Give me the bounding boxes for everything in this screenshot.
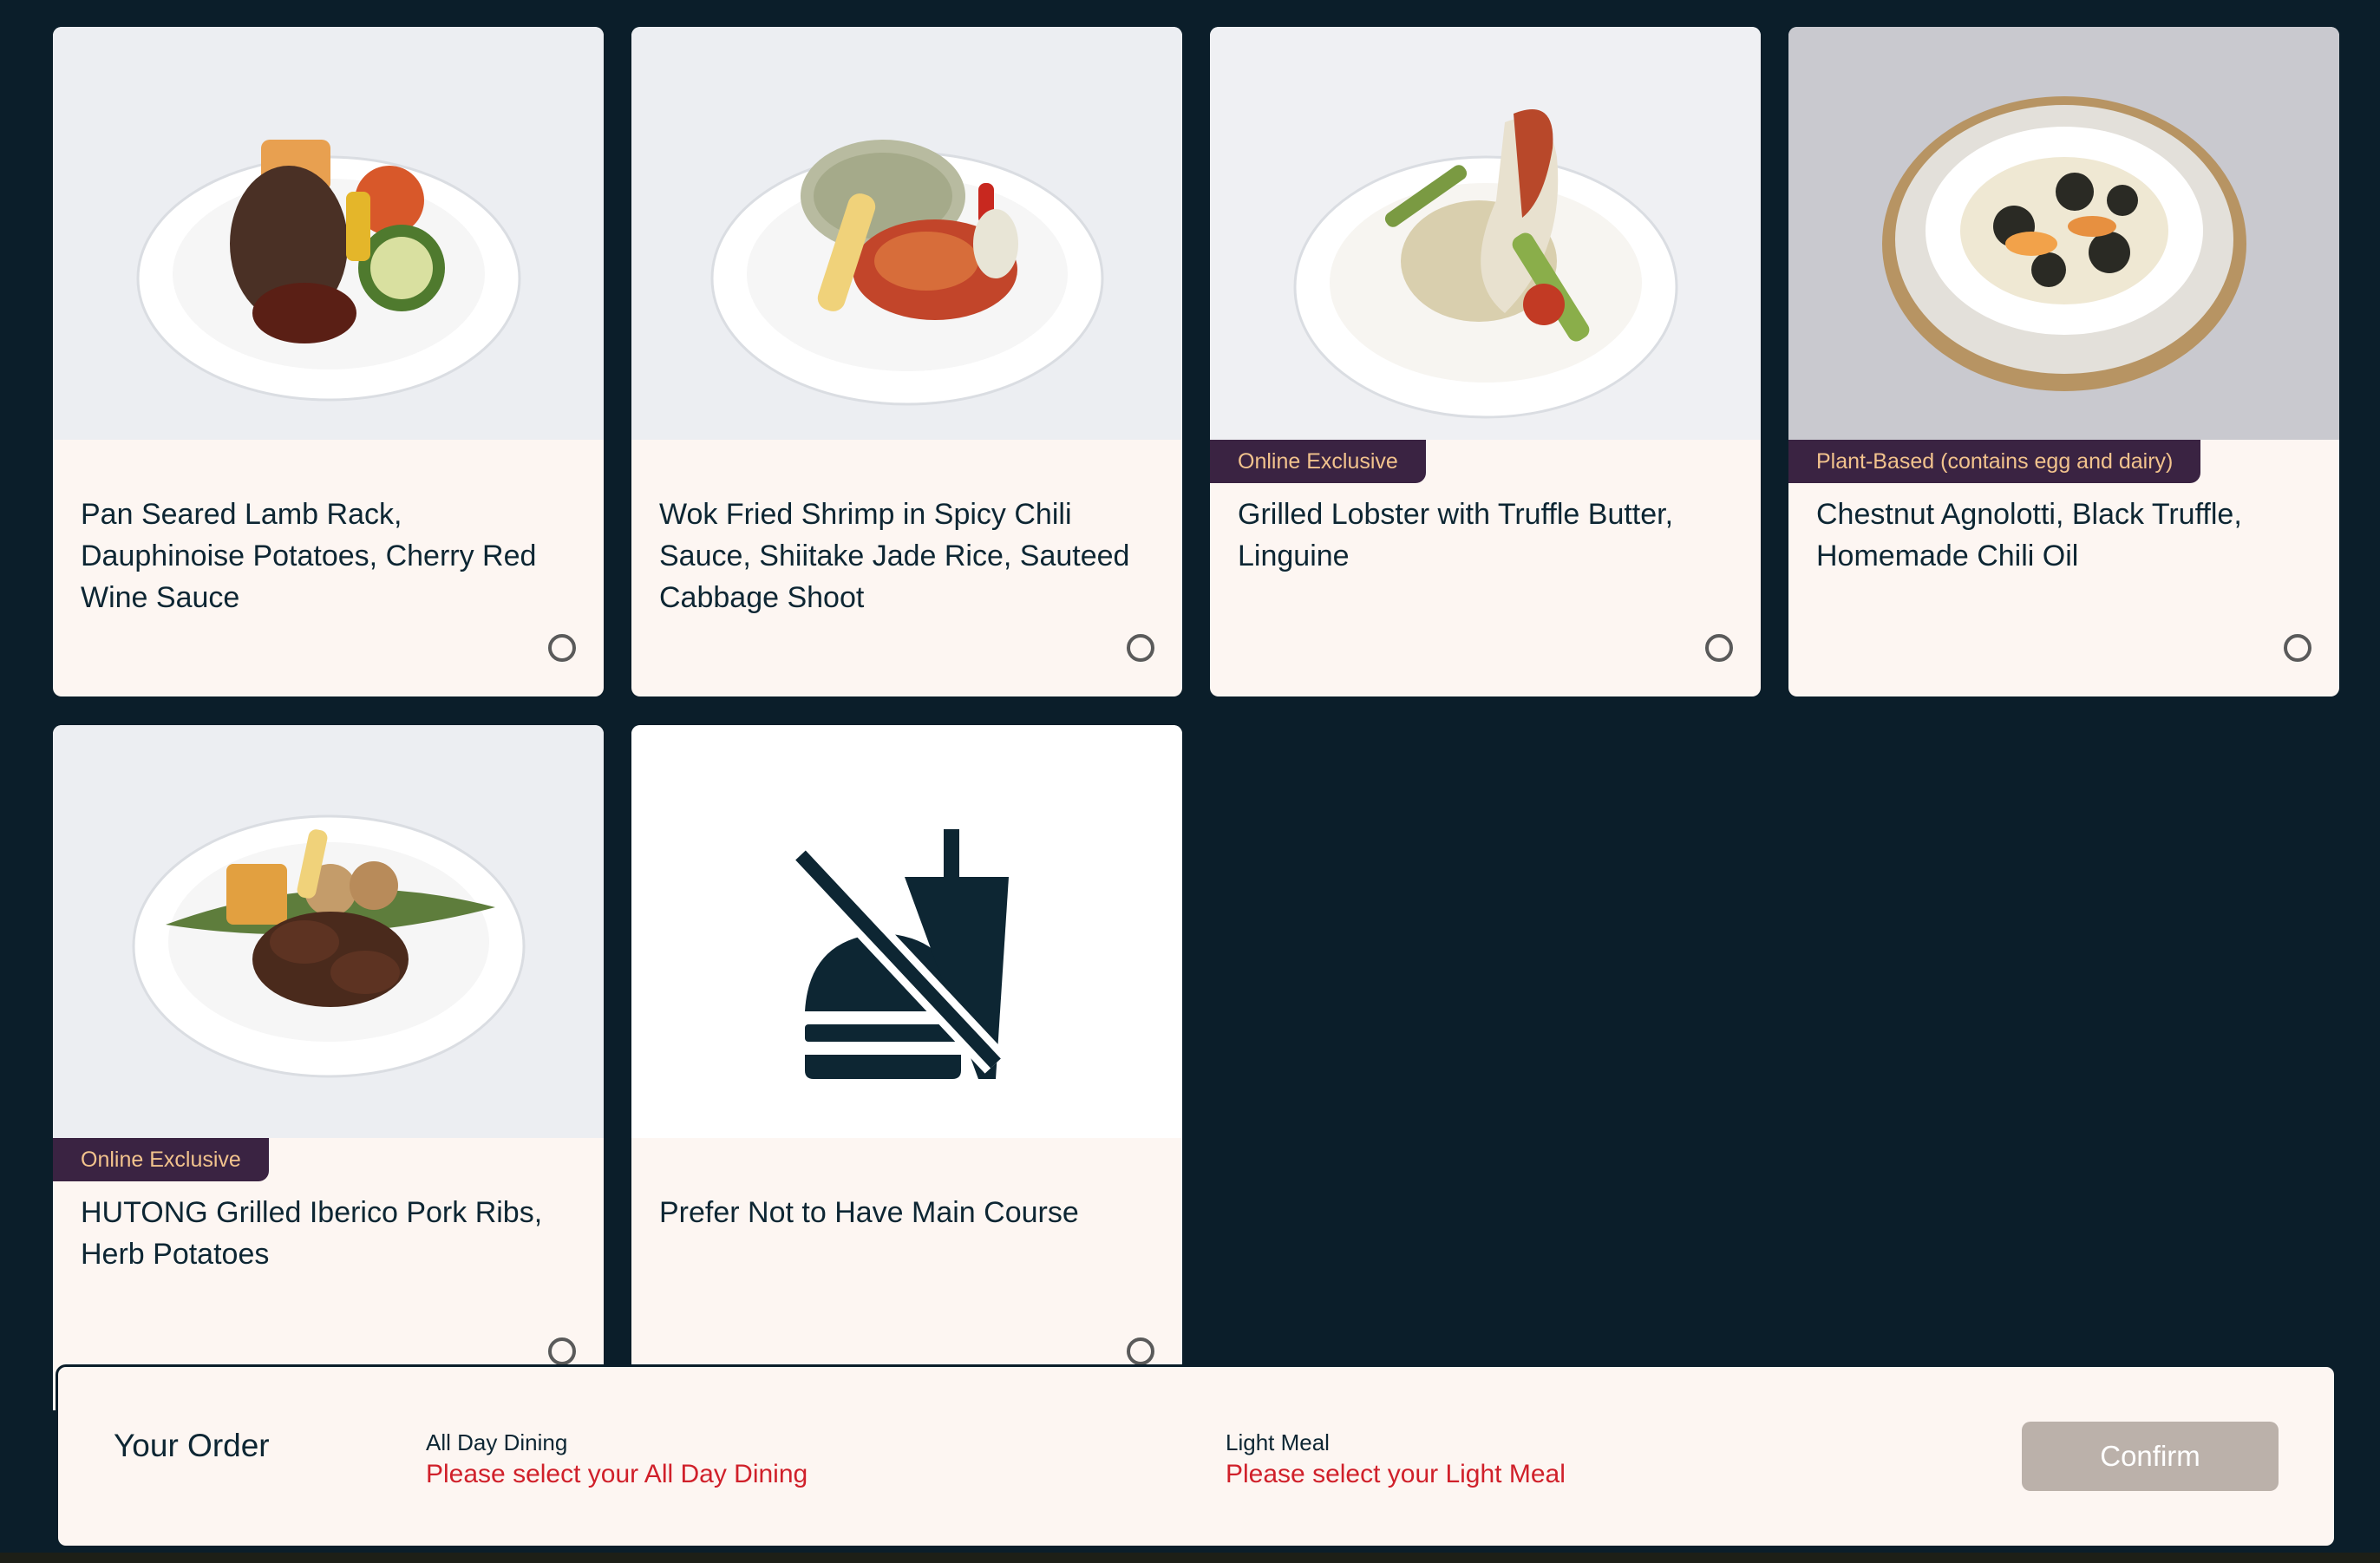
order-value-all-day-dining: Please select your All Day Dining <box>426 1460 808 1488</box>
dish-card-lobster[interactable]: Online Exclusive Grilled Lobster with Tr… <box>1210 27 1761 696</box>
dish-photo-lobster <box>1210 27 1761 440</box>
dish-photo-lamb <box>53 27 604 440</box>
dish-title: HUTONG Grilled Iberico Pork Ribs, Herb P… <box>81 1196 543 1271</box>
dish-card-agnolotti[interactable]: Plant-Based (contains egg and dairy) Che… <box>1788 27 2339 696</box>
no-food-illustration <box>631 725 1182 1138</box>
dish-radio[interactable] <box>548 634 576 662</box>
no-food-icon <box>789 829 1009 1079</box>
dish-title: Prefer Not to Have Main Course <box>659 1196 1079 1229</box>
dish-radio[interactable] <box>548 1337 576 1365</box>
order-title: Your Order <box>114 1428 270 1463</box>
plant-based-badge: Plant-Based (contains egg and dairy) <box>1788 440 2201 483</box>
order-category-light-meal: Light Meal <box>1226 1429 1330 1455</box>
dish-card-no-main-course[interactable]: Prefer Not to Have Main Course <box>631 725 1182 1410</box>
dish-card-lamb[interactable]: Pan Seared Lamb Rack, Dauphinoise Potato… <box>53 27 604 696</box>
confirm-button[interactable]: Confirm <box>2022 1422 2279 1491</box>
dish-title: Grilled Lobster with Truffle Butter, Lin… <box>1238 498 1674 572</box>
dish-radio[interactable] <box>1127 1337 1154 1365</box>
order-summary-bar: Your Order All Day Dining Please select … <box>56 1364 2337 1548</box>
dish-card-pork-ribs[interactable]: Online Exclusive HUTONG Grilled Iberico … <box>53 725 604 1410</box>
online-exclusive-badge: Online Exclusive <box>1210 440 1426 483</box>
online-exclusive-badge: Online Exclusive <box>53 1138 269 1181</box>
dish-radio[interactable] <box>2284 634 2311 662</box>
dish-radio[interactable] <box>1127 634 1154 662</box>
background-strip <box>0 1553 2380 1563</box>
dish-photo-shrimp <box>631 27 1182 440</box>
dish-title: Pan Seared Lamb Rack, Dauphinoise Potato… <box>81 498 537 614</box>
dish-title: Wok Fried Shrimp in Spicy Chili Sauce, S… <box>659 498 1130 614</box>
dish-title: Chestnut Agnolotti, Black Truffle, Homem… <box>1816 498 2242 572</box>
order-value-light-meal: Please select your Light Meal <box>1226 1460 1566 1488</box>
order-category-all-day-dining: All Day Dining <box>426 1429 568 1455</box>
dish-grid: Pan Seared Lamb Rack, Dauphinoise Potato… <box>53 27 2339 1410</box>
dish-card-shrimp[interactable]: Wok Fried Shrimp in Spicy Chili Sauce, S… <box>631 27 1182 696</box>
dish-photo-agnolotti <box>1788 27 2339 440</box>
dish-photo-pork-ribs <box>53 725 604 1138</box>
dish-radio[interactable] <box>1705 634 1733 662</box>
